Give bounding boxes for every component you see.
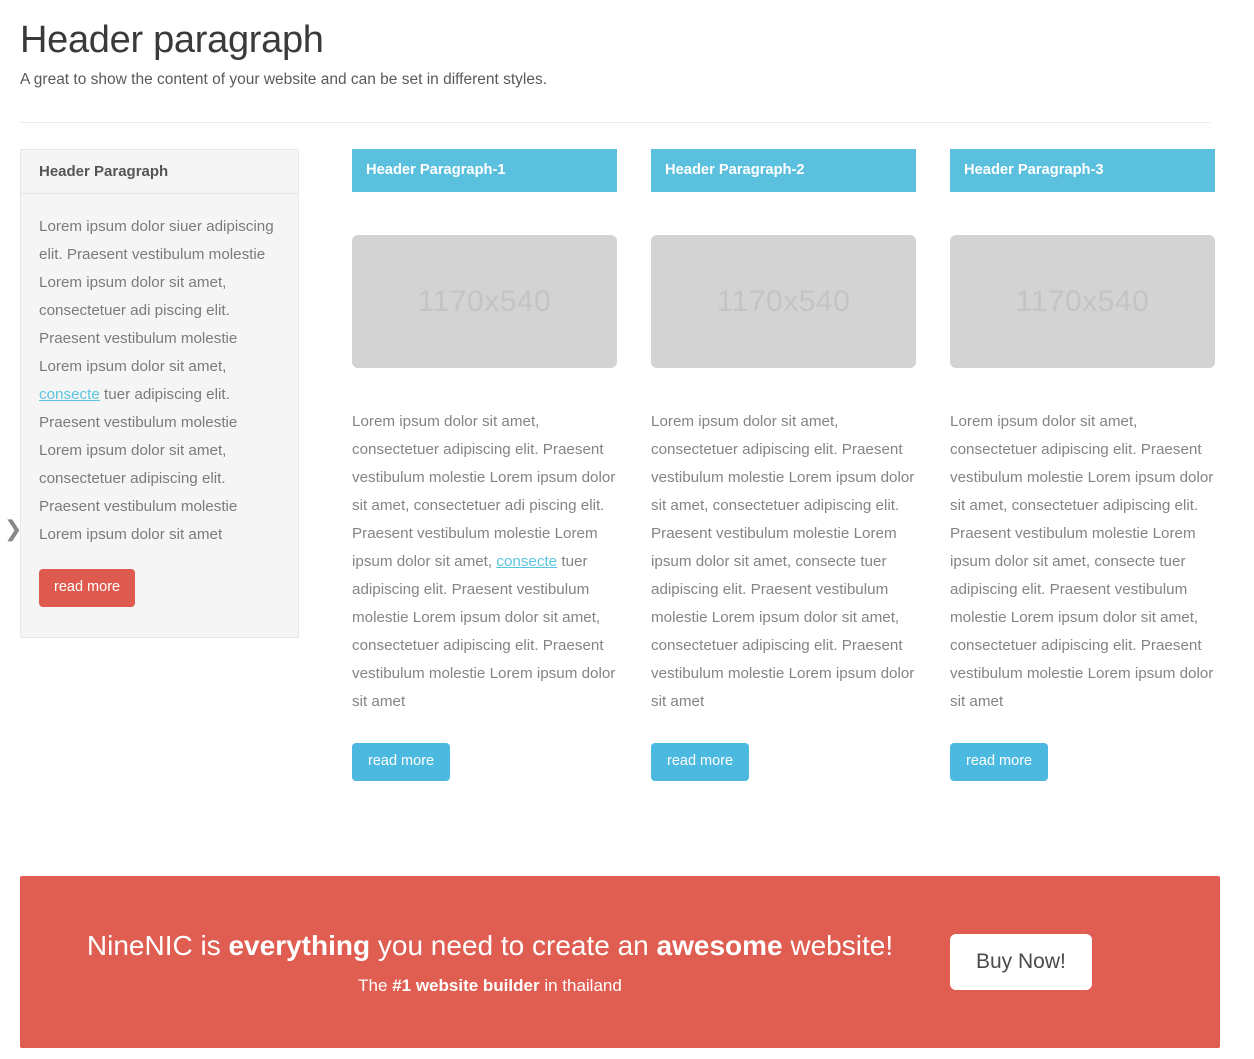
column-2-paragraph: Lorem ipsum dolor sit amet, consectetuer… (651, 408, 916, 716)
page-root: Header paragraph A great to show the con… (0, 0, 1254, 1059)
column-1-inline-link[interactable]: consecte (496, 553, 557, 570)
column-1-heading: Header Paragraph-1 (352, 149, 617, 192)
page-subtitle: A great to show the content of your webs… (20, 71, 548, 88)
column-3-thumbnail-label: 1170x540 (1015, 284, 1150, 318)
cta-headline: NineNIC is everything you need to create… (30, 928, 950, 963)
column-1: Header Paragraph-1 1170x540 Lorem ipsum … (352, 149, 617, 781)
column-2-read-more-button[interactable]: read more (651, 743, 750, 781)
cta-headline-bold-1: everything (228, 929, 371, 961)
cta-headline-mid: you need to create an (370, 929, 657, 961)
cta-headline-bold-2: awesome (656, 929, 783, 961)
sidebar-read-more-button[interactable]: read more (39, 569, 136, 607)
column-2: Header Paragraph-2 1170x540 Lorem ipsum … (651, 149, 916, 781)
cta-headline-post: website! (782, 929, 894, 961)
cta-subtext: The #1 website builder in thailand (30, 975, 950, 997)
sidebar-panel-heading: Header Paragraph (21, 150, 298, 194)
sidebar-panel-title: Header Paragraph (39, 163, 169, 180)
cta-headline-pre: NineNIC is (86, 929, 229, 961)
header-divider (20, 122, 1210, 123)
column-3-paragraph: Lorem ipsum dolor sit amet, consectetuer… (950, 408, 1215, 716)
column-1-text-part2: tuer adipiscing elit. Praesent vestibulu… (352, 553, 616, 710)
sidebar-panel-body: Lorem ipsum dolor siuer adipiscing elit.… (21, 194, 298, 637)
column-2-heading: Header Paragraph-2 (651, 149, 916, 192)
cta-sub-pre: The (358, 975, 393, 995)
column-2-thumbnail: 1170x540 (651, 235, 916, 368)
column-3-thumbnail: 1170x540 (950, 235, 1215, 368)
column-2-thumbnail-label: 1170x540 (716, 284, 851, 318)
cta-sub-bold: #1 website builder (392, 975, 540, 995)
column-3: Header Paragraph-3 1170x540 Lorem ipsum … (950, 149, 1215, 781)
sidebar-panel: Header Paragraph Lorem ipsum dolor siuer… (20, 149, 299, 638)
page-title: Header paragraph (20, 19, 324, 61)
column-3-text-part1: Lorem ipsum dolor sit amet, consectetuer… (950, 413, 1214, 710)
sidebar-text-part1: Lorem ipsum dolor siuer adipiscing elit.… (39, 218, 274, 375)
column-1-paragraph: Lorem ipsum dolor sit amet, consectetuer… (352, 408, 617, 716)
cta-banner: NineNIC is everything you need to create… (20, 876, 1220, 1048)
cta-sub-post: in thailand (539, 975, 622, 995)
cta-text-block: NineNIC is everything you need to create… (20, 928, 950, 997)
sidebar-paragraph: Lorem ipsum dolor siuer adipiscing elit.… (39, 213, 280, 549)
sidebar-inline-link[interactable]: consecte (39, 386, 100, 403)
column-2-text-part1: Lorem ipsum dolor sit amet, consectetuer… (651, 413, 915, 710)
column-1-thumbnail-label: 1170x540 (417, 284, 552, 318)
column-3-read-more-button[interactable]: read more (950, 743, 1049, 781)
cta-action-area: Buy Now! (950, 934, 1220, 990)
column-1-text-part1: Lorem ipsum dolor sit amet, consectetuer… (352, 413, 616, 570)
column-1-read-more-button[interactable]: read more (352, 743, 451, 781)
column-3-heading: Header Paragraph-3 (950, 149, 1215, 192)
page-header: Header paragraph A great to show the con… (20, 18, 1220, 90)
sidebar-text-part2: tuer adipiscing elit. Praesent vestibulu… (39, 386, 238, 543)
column-1-thumbnail: 1170x540 (352, 235, 617, 368)
buy-now-button[interactable]: Buy Now! (950, 934, 1092, 990)
